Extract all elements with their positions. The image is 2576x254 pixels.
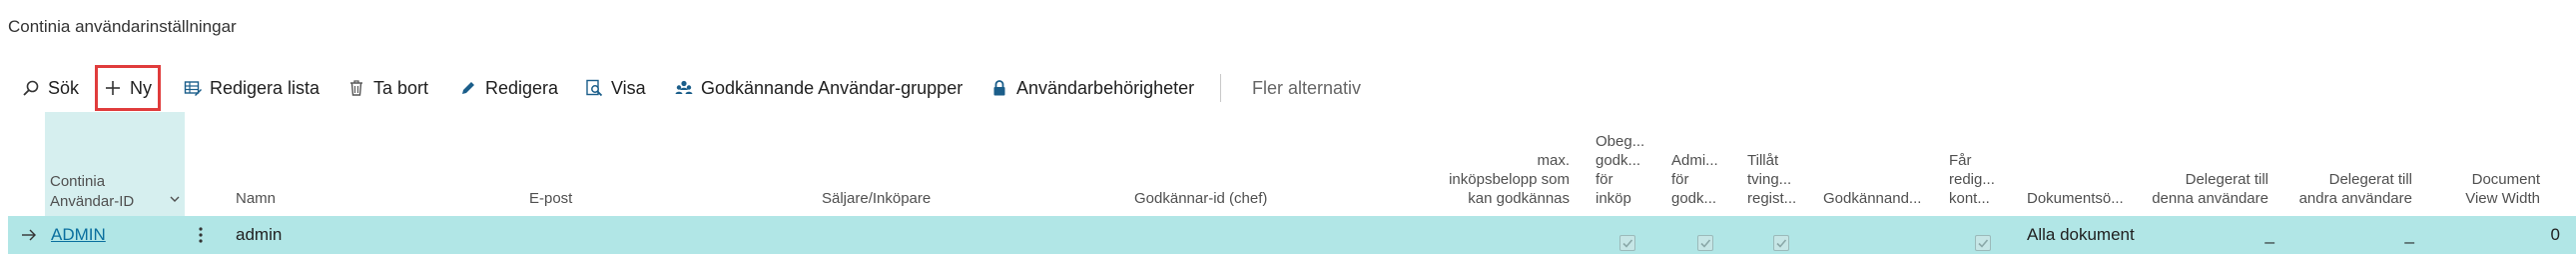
edit-list-button-label: Redigera lista (210, 77, 321, 98)
column-header-admin-line1: Admi... (1671, 152, 1718, 169)
column-header-may-edit[interactable]: Får redig... kont... (1949, 151, 1995, 208)
column-header-unlimited-line1: Obeg... (1596, 133, 1645, 150)
may-edit-checkbox[interactable] (1975, 235, 1991, 251)
column-header-view-width[interactable]: Document View Width (2436, 170, 2540, 208)
chevron-down-icon[interactable] (168, 192, 182, 206)
people-icon (675, 79, 693, 97)
column-header-user-id[interactable]: Continia Användar-ID (50, 172, 134, 212)
delegated-other-cell[interactable]: _ (2304, 216, 2414, 254)
user-permissions-button-label: Användarbehörigheter (1016, 77, 1195, 98)
column-header-max-amount-line2: inköpsbelopp som (1449, 171, 1570, 188)
users-grid: Continia Användar-ID Namn E-post Säljare… (0, 112, 2576, 254)
column-header-delegated-other-line2: andra användare (2298, 190, 2412, 207)
page-title: Continia användarinställningar (8, 17, 237, 36)
trash-icon (347, 79, 365, 97)
column-header-salesperson[interactable]: Säljare/Inköpare (822, 189, 931, 208)
column-header-allow-forced-line2: tving... (1747, 171, 1792, 188)
delegated-to-cell[interactable]: _ (2165, 216, 2274, 254)
column-header-approval[interactable]: Godkännand... (1823, 189, 1921, 208)
column-header-delegated-to-line2: denna användare (2152, 190, 2268, 207)
column-header-user-id-line2: Användar-ID (50, 193, 135, 210)
view-width-cell: 0 (2550, 225, 2560, 244)
allow-forced-checkbox[interactable] (1773, 235, 1789, 251)
search-button-label: Sök (48, 77, 80, 98)
column-header-view-width-line1: Document (2471, 171, 2540, 188)
column-header-approver-id[interactable]: Godkännar-id (chef) (1134, 189, 1267, 208)
column-header-may-edit-line2: redig... (1949, 171, 1995, 188)
admin-checkbox[interactable] (1697, 235, 1713, 251)
user-name-cell: admin (236, 225, 283, 244)
view-button-label: Visa (611, 77, 646, 98)
column-header-unlimited[interactable]: Obeg... godk... för inköp (1596, 132, 1644, 208)
unlimited-checkbox[interactable] (1619, 235, 1635, 251)
column-header-delegated-to-line1: Delegerat till (2185, 171, 2268, 188)
column-header-max-amount[interactable]: max. inköpsbelopp som kan godkännas (1438, 151, 1570, 208)
column-header-allow-forced-line1: Tillåt (1747, 152, 1779, 169)
view-icon (585, 79, 603, 97)
column-header-max-amount-line3: kan godkännas (1468, 190, 1570, 207)
column-header-admin-line3: godk... (1671, 190, 1717, 207)
arrow-right-icon (20, 216, 38, 254)
new-button-label: Ny (130, 77, 152, 98)
pencil-icon (459, 79, 477, 97)
column-header-document[interactable]: Dokumentsö... (2027, 189, 2124, 208)
column-header-delegated-other-line1: Delegerat till (2328, 171, 2412, 188)
search-icon (22, 79, 40, 97)
column-header-admin[interactable]: Admi... för godk... (1671, 151, 1718, 208)
column-header-unlimited-line3: för (1596, 171, 1613, 188)
view-button[interactable]: Visa (585, 66, 646, 110)
more-options-button[interactable]: Fler alternativ (1252, 66, 1361, 110)
edit-list-button[interactable]: Redigera lista (184, 66, 320, 110)
action-bar: Sök Ny Redigera lista Ta bort Redigera V… (0, 65, 1398, 111)
column-header-unlimited-line4: inköp (1596, 190, 1631, 207)
column-header-max-amount-line1: max. (1537, 152, 1570, 169)
lock-icon (990, 79, 1008, 97)
column-header-may-edit-line3: kont... (1949, 190, 1990, 207)
column-header-delegated-other[interactable]: Delegerat till andra användare (2274, 170, 2412, 208)
column-header-user-id-line1: Continia (50, 173, 106, 190)
user-permissions-button[interactable]: Användarbehörigheter (990, 66, 1194, 110)
column-header-view-width-line2: View Width (2465, 190, 2540, 207)
more-options-label: Fler alternativ (1252, 77, 1362, 98)
edit-button-label: Redigera (485, 77, 559, 98)
more-vertical-icon[interactable] (198, 216, 204, 254)
document-cell: Alla dokument (2027, 225, 2135, 244)
column-header-admin-line2: för (1671, 171, 1689, 188)
edit-list-icon (184, 79, 202, 97)
column-header-unlimited-line2: godk... (1596, 152, 1641, 169)
delete-button-label: Ta bort (373, 77, 429, 98)
column-header-email[interactable]: E-post (529, 189, 572, 208)
delete-button[interactable]: Ta bort (347, 66, 428, 110)
plus-icon (104, 79, 122, 97)
column-header-delegated-to[interactable]: Delegerat till denna användare (2127, 170, 2268, 208)
search-button[interactable]: Sök (22, 66, 79, 110)
column-header-allow-forced[interactable]: Tillåt tving... regist... (1747, 151, 1796, 208)
approval-groups-button[interactable]: Godkännande Användar-grupper (675, 66, 963, 110)
column-header-allow-forced-line3: regist... (1747, 190, 1797, 207)
table-row[interactable]: ADMIN admin Alla dokument _ _ 0 (8, 216, 2576, 254)
approval-groups-button-label: Godkännande Användar-grupper (701, 77, 964, 98)
column-header-name[interactable]: Namn (236, 189, 276, 208)
toolbar-divider (1220, 74, 1221, 102)
edit-button[interactable]: Redigera (459, 66, 558, 110)
column-header-may-edit-line1: Får (1949, 152, 1972, 169)
new-button[interactable]: Ny (95, 65, 161, 111)
user-id-link[interactable]: ADMIN (51, 216, 106, 254)
